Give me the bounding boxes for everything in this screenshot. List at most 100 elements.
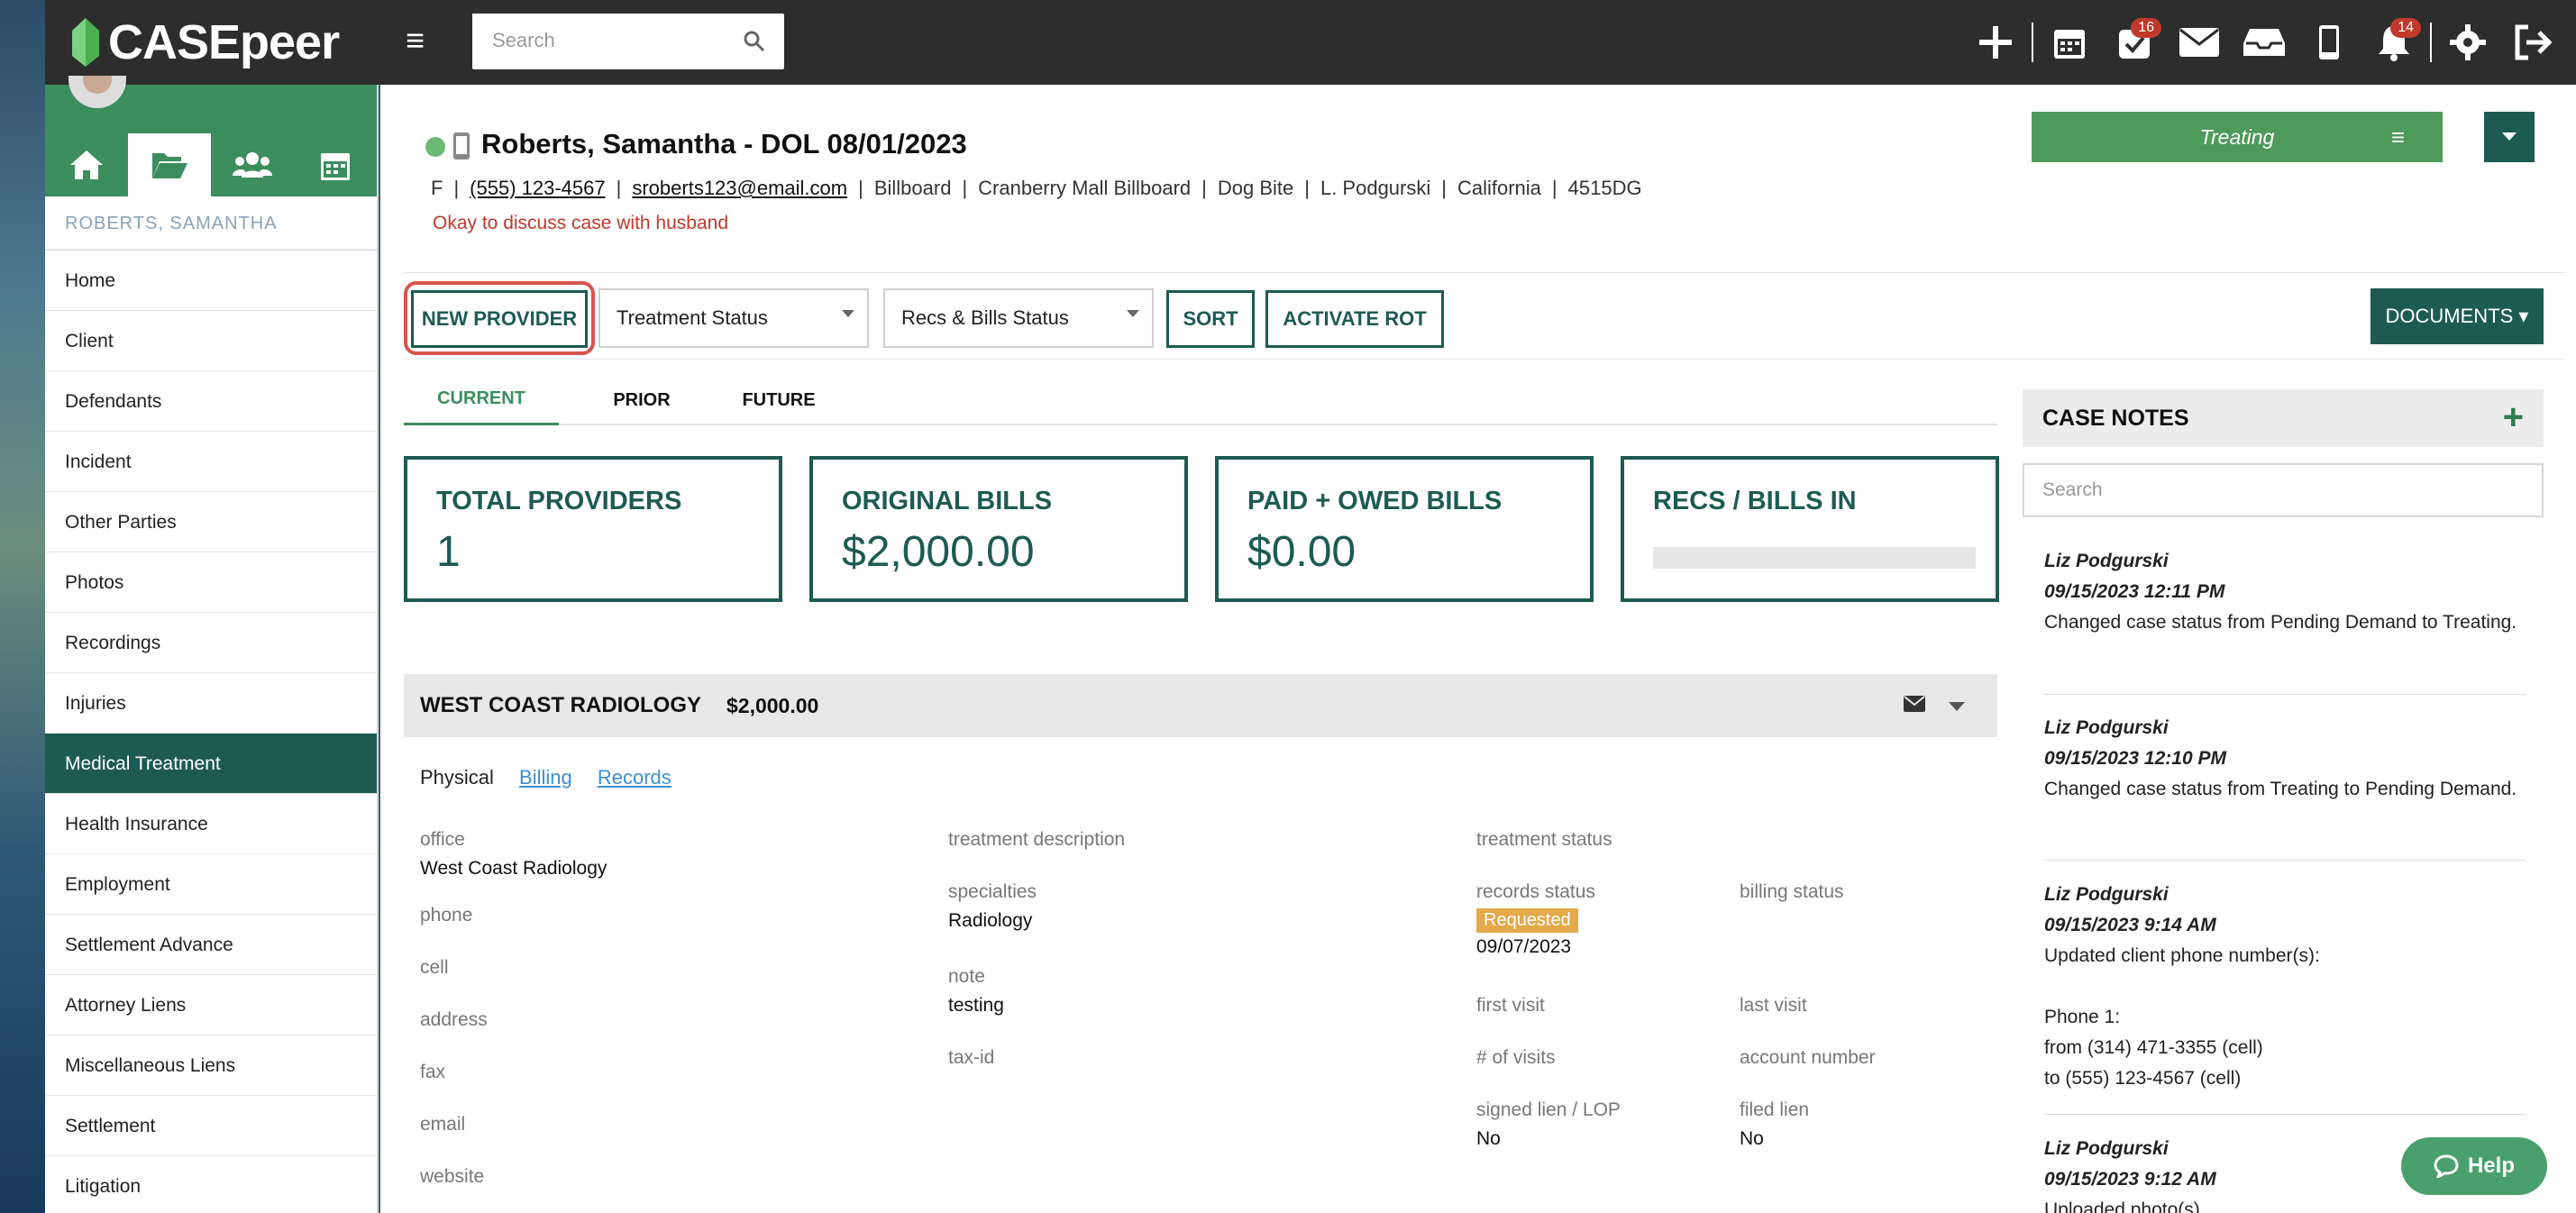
note-author: Liz Podgurski xyxy=(2044,551,2169,571)
sidebar-item-injuries[interactable]: Injuries xyxy=(45,673,377,734)
recs-bills-status-select[interactable]: Recs & Bills Status xyxy=(883,288,1154,348)
casepeer-logo[interactable]: CASEpeer xyxy=(70,11,340,74)
case-notes-search xyxy=(2023,463,2544,517)
field-label: website xyxy=(420,1166,485,1187)
notifications-bell-icon[interactable]: 14 xyxy=(2361,0,2426,85)
note-author: Liz Podgurski xyxy=(2044,884,2169,905)
search-icon[interactable] xyxy=(743,30,766,53)
subtab-records[interactable]: Records xyxy=(598,766,671,789)
divider xyxy=(2044,1114,2526,1115)
menu-icon[interactable]: ≡ xyxy=(406,24,433,57)
treatment-status-label: Treatment Status xyxy=(617,306,768,329)
field-treatment-description: treatment description xyxy=(948,829,1125,851)
email-provider-icon[interactable] xyxy=(1904,696,1925,712)
field-label: treatment description xyxy=(948,829,1126,850)
home-tab-icon[interactable] xyxy=(45,133,128,196)
sidebar-item-home[interactable]: Home xyxy=(45,251,377,311)
documents-button[interactable]: DOCUMENTS ▾ xyxy=(2370,288,2544,344)
note-text: Phone 1: xyxy=(2044,1007,2121,1027)
case-notes-search-input[interactable] xyxy=(2024,465,2529,515)
case-folder-tab-icon[interactable] xyxy=(128,133,211,196)
sidebar-item-health-insurance[interactable]: Health Insurance xyxy=(45,794,377,854)
sidebar-item-settlement-advance[interactable]: Settlement Advance xyxy=(45,915,377,975)
sidebar-client-name: ROBERTS, SAMANTHA xyxy=(45,196,377,251)
tasks-icon[interactable]: 16 xyxy=(2102,0,2167,85)
add-icon[interactable] xyxy=(1963,0,2028,85)
case-attorney: L. Podgurski xyxy=(1320,177,1431,199)
field-account-number: account number xyxy=(1740,1047,1876,1069)
avatar[interactable] xyxy=(69,76,126,108)
global-search-input[interactable] xyxy=(472,14,725,68)
sidebar-item-medical-treatment[interactable]: Medical Treatment xyxy=(45,734,377,794)
sidebar-item-client[interactable]: Client xyxy=(45,311,377,371)
divider xyxy=(2430,23,2432,62)
subtab-physical[interactable]: Physical xyxy=(420,766,494,789)
field-phone: phone xyxy=(420,905,472,926)
desktop-background xyxy=(0,0,45,1213)
note-date: 09/15/2023 9:14 AM xyxy=(2044,915,2216,935)
chevron-down-icon[interactable] xyxy=(1949,702,1965,711)
sidebar-item-miscellaneous-liens[interactable]: Miscellaneous Liens xyxy=(45,1035,377,1096)
help-button[interactable]: Help xyxy=(2401,1137,2547,1195)
field-visits: # of visits xyxy=(1476,1047,1556,1069)
field-label: filed lien xyxy=(1740,1099,1810,1120)
note-text: Changed case status from Pending Demand … xyxy=(2044,612,2517,633)
mail-icon[interactable] xyxy=(2167,0,2232,85)
note-text: Changed case status from Treating to Pen… xyxy=(2044,779,2517,799)
field-label: signed lien / LOP xyxy=(1476,1099,1621,1120)
subtab-billing[interactable]: Billing xyxy=(519,766,572,789)
stat-paid-owed-bills: PAID + OWED BILLS $0.00 xyxy=(1215,456,1594,602)
provider-header[interactable]: WEST COAST RADIOLOGY $2,000.00 xyxy=(404,674,1997,737)
sidebar-item-litigation[interactable]: Litigation xyxy=(45,1156,377,1213)
contacts-tab-icon[interactable] xyxy=(211,133,294,196)
new-provider-button[interactable]: NEW PROVIDER xyxy=(411,290,588,348)
note-date: 09/15/2023 12:11 PM xyxy=(2044,581,2225,602)
sidebar-item-other-parties[interactable]: Other Parties xyxy=(45,492,377,552)
sidebar-item-photos[interactable]: Photos xyxy=(45,552,377,613)
client-phone-link[interactable]: (555) 123-4567 xyxy=(470,177,605,199)
sidebar-item-settlement[interactable]: Settlement xyxy=(45,1096,377,1156)
treatment-tabs: CURRENT PRIOR FUTURE xyxy=(404,375,1997,425)
client-email-link[interactable]: sroberts123@email.com xyxy=(632,177,847,199)
field-last-visit: last visit xyxy=(1740,995,1807,1017)
inbox-icon[interactable] xyxy=(2232,0,2297,85)
note-text: to (555) 123-4567 (cell) xyxy=(2044,1068,2242,1089)
sidebar-nav: Home Client Defendants Incident Other Pa… xyxy=(45,251,377,1213)
calendar-icon[interactable] xyxy=(2037,0,2102,85)
tab-current[interactable]: CURRENT xyxy=(404,375,559,425)
note-text: Uploaded photo(s). xyxy=(2044,1199,2206,1213)
sidebar-item-attorney-liens[interactable]: Attorney Liens xyxy=(45,975,377,1035)
mobile-phone-icon xyxy=(453,132,470,160)
note-text: Updated client phone number(s): xyxy=(2044,945,2320,966)
add-note-plus-icon[interactable]: + xyxy=(2503,399,2524,435)
client-gender: F xyxy=(431,177,443,199)
field-label: fax xyxy=(420,1062,446,1082)
settings-gear-icon[interactable] xyxy=(2435,0,2500,85)
status-dropdown-button[interactable] xyxy=(2484,112,2535,162)
tab-prior[interactable]: PRIOR xyxy=(588,375,696,425)
case-id: 4515DG xyxy=(1567,177,1642,199)
field-label: email xyxy=(420,1114,466,1135)
sidebar-item-defendants[interactable]: Defendants xyxy=(45,371,377,432)
mobile-icon[interactable] xyxy=(2297,0,2361,85)
leaf-logo-icon xyxy=(70,16,101,68)
calendar-tab-icon[interactable] xyxy=(294,133,377,196)
top-icon-bar: 16 14 xyxy=(1963,0,2576,85)
field-label: # of visits xyxy=(1476,1047,1556,1068)
sidebar-item-employment[interactable]: Employment xyxy=(45,854,377,915)
sort-button[interactable]: SORT xyxy=(1166,290,1255,348)
sidebar: ROBERTS, SAMANTHA Home Client Defendants… xyxy=(45,76,379,1213)
sidebar-item-recordings[interactable]: Recordings xyxy=(45,613,377,673)
status-menu-icon: ≡ xyxy=(2390,123,2405,150)
tab-future[interactable]: FUTURE xyxy=(716,375,842,425)
logout-icon[interactable] xyxy=(2500,0,2565,85)
activate-rot-button[interactable]: ACTIVATE ROT xyxy=(1265,290,1444,348)
case-status-button[interactable]: Treating ≡ xyxy=(2032,112,2443,162)
treatment-status-select[interactable]: Treatment Status xyxy=(598,288,869,348)
field-label: cell xyxy=(420,957,449,978)
field-fax: fax xyxy=(420,1062,445,1083)
chevron-down-icon xyxy=(842,310,854,317)
sidebar-item-incident[interactable]: Incident xyxy=(45,432,377,492)
case-note: Liz Podgurski 09/15/2023 12:11 PM Change… xyxy=(2044,546,2522,638)
field-label: note xyxy=(948,966,985,987)
